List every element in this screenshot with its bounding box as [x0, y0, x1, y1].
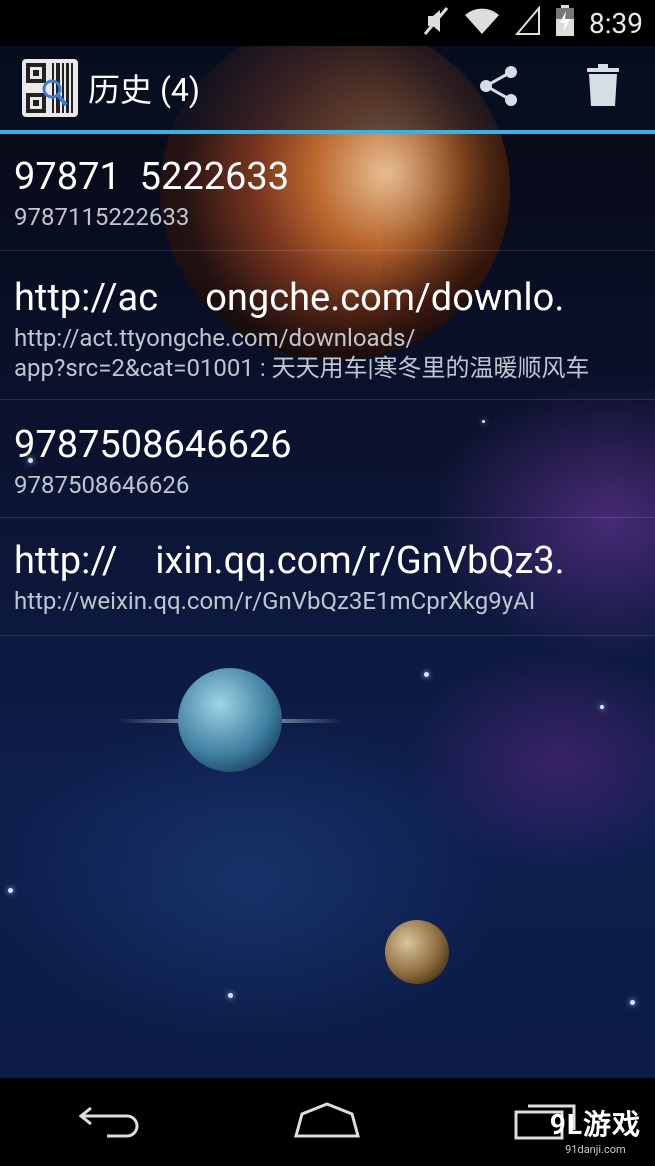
star [630, 1000, 635, 1005]
status-time: 8:39 [589, 6, 643, 40]
star [600, 705, 604, 709]
mute-icon [423, 6, 449, 40]
barcode-scanner-icon[interactable] [22, 59, 78, 117]
history-item-title: 97871 5222633 [14, 155, 290, 199]
list-item[interactable]: 9787508646626 9787508646626 [0, 400, 655, 518]
history-item-detail: http://weixin.qq.com/r/GnVbQz3E1mCprXkg9… [14, 587, 536, 615]
history-item-detail: 9787115222633 [14, 203, 190, 231]
share-icon [477, 64, 521, 112]
status-bar: 8:39 [0, 0, 655, 46]
list-item[interactable]: 97871 5222633 9787115222633 [0, 134, 655, 251]
delete-button[interactable] [551, 46, 655, 130]
planet-ringed [178, 668, 282, 772]
back-icon [77, 1100, 141, 1144]
action-bar: 历史 (4) [0, 46, 655, 134]
star [424, 672, 429, 677]
page-title: 历史 (4) [88, 71, 201, 109]
watermark-logo: 9L游戏 [549, 1108, 641, 1141]
watermark-url: 91danji.com [565, 1143, 626, 1156]
home-button[interactable] [267, 1078, 387, 1166]
wifi-icon [463, 6, 501, 40]
history-item-detail: http://act.ttyongche.com/downloads/ app?… [14, 324, 590, 382]
site-watermark: 9L游戏 91danji.com [550, 1103, 641, 1156]
history-list: 97871 5222633 9787115222633 http://ac on… [0, 134, 655, 636]
planet-small [385, 920, 449, 984]
list-item[interactable]: http:// ixin.qq.com/r/GnVbQz3. http://we… [0, 518, 655, 636]
history-item-title: http:// ixin.qq.com/r/GnVbQz3. [14, 539, 565, 583]
history-item-title: http://ac ongche.com/downlo. [14, 276, 565, 320]
trash-icon [585, 64, 621, 112]
star [228, 993, 233, 998]
history-item-title: 9787508646626 [14, 423, 292, 467]
back-button[interactable] [49, 1078, 169, 1166]
list-item[interactable]: http://ac ongche.com/downlo. http://act.… [0, 251, 655, 400]
star [8, 888, 13, 893]
home-icon [292, 1100, 362, 1144]
signal-icon [514, 5, 541, 40]
battery-charging-icon [555, 5, 575, 41]
share-button[interactable] [447, 46, 551, 130]
history-item-detail: 9787508646626 [14, 471, 190, 499]
